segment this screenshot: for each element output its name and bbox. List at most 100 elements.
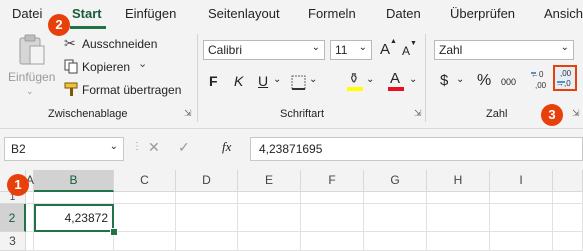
decrease-decimal-icon[interactable]: ←0 ,00 xyxy=(530,68,552,92)
grid-cell[interactable] xyxy=(490,204,553,232)
row-header[interactable]: 2 xyxy=(0,204,26,232)
more-options-icon[interactable]: ⋮ xyxy=(132,141,142,152)
grid-cell[interactable] xyxy=(301,192,364,204)
chevron-down-icon[interactable]: ⌄ xyxy=(309,74,317,85)
tab-start[interactable]: Start xyxy=(72,6,102,21)
grid-cell[interactable] xyxy=(26,204,34,232)
grid-cell[interactable] xyxy=(238,232,301,251)
shrink-font-button[interactable]: A ▼ xyxy=(401,40,417,60)
grid-cell[interactable] xyxy=(26,192,34,204)
grid-cell[interactable] xyxy=(114,204,176,232)
currency-button[interactable]: $ xyxy=(440,72,448,89)
font-size-dropdown[interactable]: 11 ⌄ xyxy=(330,40,372,60)
grid-cell[interactable] xyxy=(114,232,176,251)
row-header[interactable]: 3 xyxy=(0,232,26,251)
chevron-down-icon: ⌄ xyxy=(358,42,367,53)
percent-button[interactable]: % xyxy=(477,72,491,90)
formula-input[interactable]: 4,23871695 xyxy=(250,137,583,161)
number-format-dropdown[interactable]: Zahl ⌄ xyxy=(434,40,574,60)
fill-color-swatch xyxy=(347,87,363,91)
italic-button[interactable]: K xyxy=(234,73,243,89)
column-header[interactable]: B xyxy=(34,170,114,192)
grid-cell[interactable] xyxy=(34,192,114,204)
grid-cell[interactable] xyxy=(364,204,427,232)
tab-seitenlayout[interactable]: Seitenlayout xyxy=(208,6,280,21)
grid-cell[interactable] xyxy=(176,204,238,232)
grid-cell[interactable] xyxy=(238,204,301,232)
clipboard-group-label: Zwischenablage xyxy=(48,108,128,120)
column-header[interactable]: H xyxy=(427,170,490,192)
chevron-down-icon: ⌄ xyxy=(311,42,320,53)
grid-cell[interactable] xyxy=(364,192,427,204)
fill-color-button[interactable]: ⚱ xyxy=(346,70,364,92)
column-header[interactable]: I xyxy=(490,170,553,192)
grid-cell[interactable] xyxy=(427,232,490,251)
grid-cell[interactable] xyxy=(553,232,583,251)
grid-cell[interactable] xyxy=(427,204,490,232)
grid-cell[interactable] xyxy=(427,192,490,204)
tab-ueberpruefen[interactable]: Überprüfen xyxy=(450,6,515,21)
dialog-launcher-icon[interactable]: ⇲ xyxy=(184,108,192,119)
column-header[interactable]: G xyxy=(364,170,427,192)
grid-cell[interactable] xyxy=(301,232,364,251)
chevron-down-icon[interactable]: ⌄ xyxy=(409,74,417,85)
name-box[interactable]: B2 ⌄ xyxy=(4,137,124,161)
underline-button[interactable]: U xyxy=(258,73,268,89)
grid-cell[interactable] xyxy=(490,192,553,204)
column-header[interactable]: D xyxy=(176,170,238,192)
bold-button[interactable]: F xyxy=(209,73,218,89)
dialog-launcher-icon[interactable]: ⇲ xyxy=(414,108,422,119)
grid-cell[interactable] xyxy=(176,192,238,204)
fill-handle[interactable] xyxy=(110,228,118,236)
grid-cell[interactable] xyxy=(26,232,34,251)
insert-function-icon[interactable]: fx xyxy=(222,139,231,155)
tab-ansicht[interactable]: Ansich xyxy=(544,6,583,21)
tab-formeln[interactable]: Formeln xyxy=(308,6,356,21)
column-header[interactable]: E xyxy=(238,170,301,192)
tab-datei[interactable]: Datei xyxy=(12,6,42,21)
grid-cell[interactable] xyxy=(34,232,114,251)
svg-text:←0: ←0 xyxy=(531,70,544,79)
thousands-separator-button[interactable]: 000 xyxy=(501,77,516,87)
grid-cell[interactable] xyxy=(176,232,238,251)
font-color-button[interactable]: A xyxy=(387,70,405,92)
grid-cell[interactable] xyxy=(238,192,301,204)
scissors-icon: ✂ xyxy=(64,35,76,51)
number-group-label: Zahl xyxy=(486,108,508,120)
tab-start-underline xyxy=(70,26,106,29)
chevron-down-icon: ⌄ xyxy=(560,42,569,53)
borders-icon[interactable] xyxy=(290,74,308,92)
chevron-down-icon[interactable]: ⌄ xyxy=(273,74,281,85)
increase-decimal-button[interactable]: ,00 →,0 xyxy=(553,65,577,91)
format-painter-button[interactable]: Format übertragen xyxy=(62,81,192,99)
column-header[interactable] xyxy=(553,170,583,192)
grid-cell[interactable] xyxy=(364,232,427,251)
copy-button[interactable]: Kopieren ⌄ xyxy=(62,58,192,76)
increase-decimal-icon: ,00 →,0 xyxy=(556,69,572,88)
cut-button[interactable]: ✂ Ausschneiden xyxy=(62,35,192,53)
confirm-icon[interactable]: ✓ xyxy=(178,139,190,156)
font-color-icon: A xyxy=(390,70,401,87)
grid-cell[interactable] xyxy=(490,232,553,251)
grid-cell[interactable] xyxy=(553,204,583,232)
chevron-down-icon[interactable]: ⌄ xyxy=(366,74,374,85)
caret-down-icon: ▼ xyxy=(410,40,417,47)
tab-einfuegen[interactable]: Einfügen xyxy=(125,6,176,21)
caret-up-icon: ▲ xyxy=(390,38,397,45)
paste-label: Einfügen xyxy=(8,70,56,84)
chevron-down-icon[interactable]: ⌄ xyxy=(138,57,147,70)
font-name-dropdown[interactable]: Calibri ⌄ xyxy=(203,40,325,60)
dialog-launcher-icon[interactable]: ⇲ xyxy=(572,108,580,119)
tab-daten[interactable]: Daten xyxy=(386,6,421,21)
paste-button[interactable]: Einfügen ⌄ xyxy=(8,34,56,104)
selected-cell-b2[interactable]: 4,23872 xyxy=(34,204,114,232)
grid-cell[interactable] xyxy=(301,204,364,232)
cancel-icon[interactable]: ✕ xyxy=(148,139,160,156)
column-header[interactable]: C xyxy=(114,170,176,192)
chevron-down-icon[interactable]: ⌄ xyxy=(456,74,464,85)
column-header[interactable]: F xyxy=(301,170,364,192)
step-badge-2: 2 xyxy=(48,14,70,36)
grid-cell[interactable] xyxy=(114,192,176,204)
grow-font-button[interactable]: A ▲ xyxy=(380,38,397,60)
grid-cell[interactable] xyxy=(553,192,583,204)
